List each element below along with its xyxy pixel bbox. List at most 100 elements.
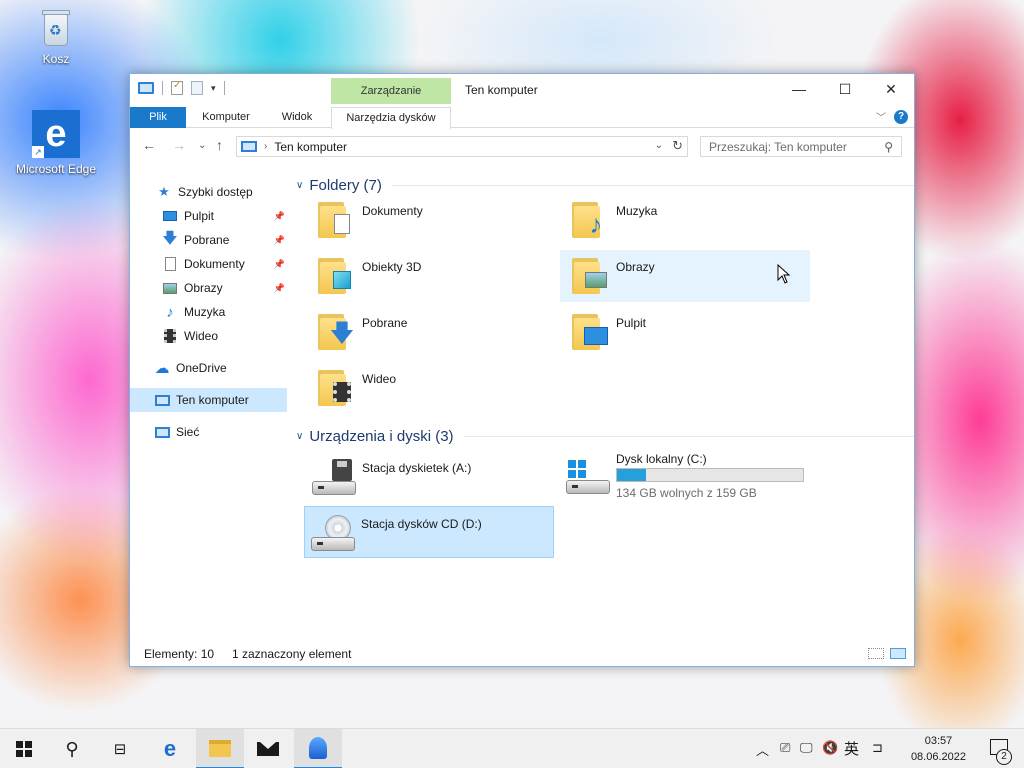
breadcrumb-chevron-icon[interactable]: ›: [264, 141, 267, 152]
search-icon[interactable]: ⚲: [884, 140, 893, 154]
folder-tile[interactable]: 🡇 Pobrane: [306, 306, 556, 358]
forward-icon[interactable]: →: [172, 137, 186, 153]
drive-tile[interactable]: Dysk lokalny (C:) 134 GB wolnych z 159 G…: [560, 446, 810, 502]
pin-icon[interactable]: 📌: [274, 283, 285, 294]
maximize-button[interactable]: ☐: [822, 74, 868, 104]
search-box[interactable]: ⚲: [700, 136, 902, 157]
nav-item-music[interactable]: ♪ Muzyka: [130, 300, 287, 324]
tab-view[interactable]: Widok: [270, 107, 324, 128]
folder-tile[interactable]: Dokumenty: [306, 194, 556, 246]
task-view-button[interactable]: ⊟: [96, 729, 144, 768]
file-explorer-window: ▾ Zarządzanie Ten komputer — ☐ ✕ Plik Ko…: [129, 73, 915, 667]
pin-icon[interactable]: 📌: [274, 211, 285, 222]
music-note-icon: ♪: [166, 303, 174, 321]
back-icon[interactable]: ←: [142, 137, 156, 153]
nav-item-this-pc[interactable]: Ten komputer: [130, 388, 287, 412]
up-icon[interactable]: ↑: [216, 137, 223, 153]
downloads-folder-icon: 🡇: [316, 310, 354, 352]
minimize-button[interactable]: —: [776, 74, 822, 104]
desktop-icon-label: Microsoft Edge: [15, 162, 97, 176]
nav-item-label: Sieć: [176, 425, 200, 439]
taskbar-mail[interactable]: [244, 729, 292, 768]
folder-tile[interactable]: Wideo: [306, 362, 556, 414]
app-icon: [309, 737, 327, 759]
folder-tile[interactable]: Pulpit: [560, 306, 810, 358]
pictures-folder-icon: [570, 254, 608, 296]
context-tab-group: Zarządzanie: [331, 78, 451, 104]
folder-tile[interactable]: Obrazy: [560, 250, 810, 302]
desktop-recycle-bin[interactable]: ♻ Kosz: [10, 8, 102, 66]
breadcrumb-current[interactable]: Ten komputer: [274, 140, 347, 154]
desktop-edge[interactable]: e ↗ Microsoft Edge: [10, 110, 102, 176]
chevron-down-icon[interactable]: ⌄: [655, 140, 663, 151]
nav-item-onedrive[interactable]: ☁ OneDrive: [130, 356, 287, 380]
disk-usage-bar: [616, 468, 804, 482]
picture-icon: [162, 280, 178, 296]
3d-objects-folder-icon: [316, 254, 354, 296]
refresh-icon[interactable]: ↻: [672, 138, 683, 154]
drive-tile[interactable]: Stacja dyskietek (A:): [306, 451, 556, 503]
close-button[interactable]: ✕: [868, 74, 914, 104]
nav-item-documents[interactable]: Dokumenty 📌: [130, 252, 287, 276]
customize-toolbar-icon[interactable]: ▾: [211, 83, 216, 94]
network-icon[interactable]: 🖵: [800, 740, 813, 756]
taskbar-file-explorer[interactable]: [196, 729, 244, 768]
help-icon[interactable]: ?: [894, 109, 908, 124]
tiles-view-icon[interactable]: [890, 648, 906, 659]
group-header-folders[interactable]: ∨ Foldery (7): [296, 177, 914, 194]
tab-drive-tools[interactable]: Narzędzia dysków: [331, 107, 451, 129]
chevron-up-icon[interactable]: ︿: [756, 740, 769, 759]
properties-icon[interactable]: [171, 80, 183, 95]
nav-item-quick-access[interactable]: ★ Szybki dostęp: [130, 180, 287, 204]
toolbar-divider: [223, 81, 225, 95]
nav-item-pictures[interactable]: Obrazy 📌: [130, 276, 287, 300]
download-arrow-icon: 🡇: [162, 229, 178, 247]
volume-muted-icon[interactable]: 🔇: [822, 740, 838, 756]
group-header-devices[interactable]: ∨ Urządzenia i dyski (3): [296, 428, 914, 445]
item-count: Elementy: 10: [144, 647, 215, 661]
tab-computer[interactable]: Komputer: [194, 107, 258, 128]
cloud-icon: ☁: [154, 360, 170, 377]
clock[interactable]: 03:57 08.06.2022: [911, 733, 966, 765]
taskbar-app[interactable]: [294, 729, 342, 768]
start-button[interactable]: [0, 729, 48, 768]
pin-icon[interactable]: 📌: [274, 259, 285, 270]
address-bar-row: ← → ⌄ ↑ › Ten komputer ⌄ ↻ ⚲: [130, 129, 914, 163]
expand-ribbon-icon[interactable]: ﹀: [876, 109, 886, 124]
pin-icon[interactable]: 📌: [274, 235, 285, 246]
quick-access-toolbar: ▾: [138, 80, 225, 95]
chevron-down-icon[interactable]: ∨: [296, 180, 303, 191]
network-icon: [154, 424, 170, 440]
input-mode-icon[interactable]: ⊐: [872, 740, 883, 756]
nav-item-downloads[interactable]: 🡇 Pobrane 📌: [130, 228, 287, 252]
nav-item-label: OneDrive: [176, 361, 227, 375]
chevron-down-icon[interactable]: ∨: [296, 431, 303, 442]
film-icon: [162, 328, 178, 344]
search-button[interactable]: ⚲: [48, 729, 96, 768]
taskbar-edge[interactable]: e: [146, 729, 194, 768]
details-view-icon[interactable]: [868, 648, 884, 659]
folder-tile[interactable]: ♪ Muzyka: [560, 194, 810, 246]
status-bar: Elementy: 10 1 zaznaczony element: [130, 640, 914, 666]
notification-badge: 2: [996, 749, 1012, 765]
nav-item-label: Dokumenty: [184, 257, 245, 271]
nav-item-network[interactable]: Sieć: [130, 420, 287, 444]
recent-locations-icon[interactable]: ⌄: [198, 140, 206, 151]
nav-item-desktop[interactable]: Pulpit 📌: [130, 204, 287, 228]
address-field[interactable]: › Ten komputer ⌄ ↻: [236, 136, 688, 157]
device-icon[interactable]: ⎚: [780, 740, 790, 756]
ime-indicator[interactable]: 英: [844, 738, 859, 759]
nav-item-videos[interactable]: Wideo: [130, 324, 287, 348]
drive-tile[interactable]: Stacja dysków CD (D:): [304, 506, 554, 558]
tab-file[interactable]: Plik: [130, 107, 186, 128]
floppy-drive-icon: [312, 459, 358, 497]
search-input[interactable]: [701, 137, 871, 156]
videos-folder-icon: [316, 366, 354, 408]
folder-tile[interactable]: Obiekty 3D: [306, 250, 556, 302]
new-folder-icon[interactable]: [191, 81, 203, 95]
nav-item-label: Pobrane: [184, 233, 230, 247]
task-view-icon: ⊟: [113, 741, 127, 758]
title-bar[interactable]: ▾ Zarządzanie Ten komputer — ☐ ✕: [130, 74, 914, 104]
computer-icon: [241, 141, 257, 152]
nav-item-label: Ten komputer: [176, 393, 249, 407]
